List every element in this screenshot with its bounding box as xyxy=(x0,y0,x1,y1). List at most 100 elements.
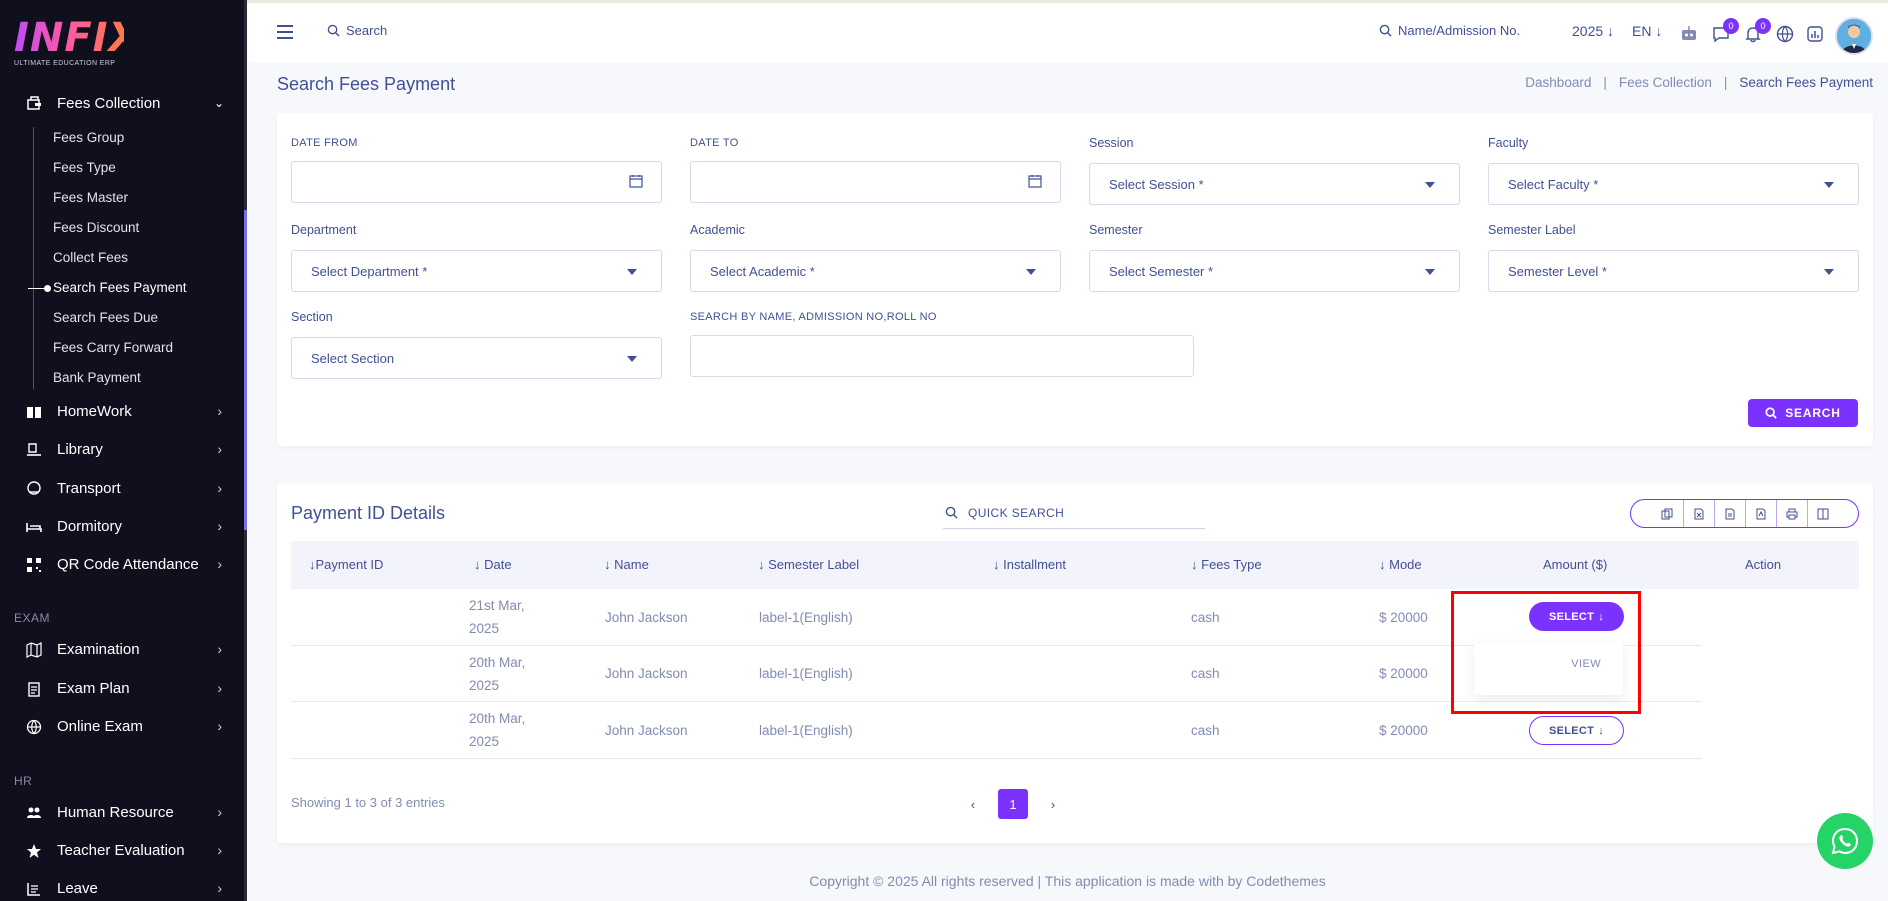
book-icon xyxy=(27,407,41,418)
chat-button[interactable]: 0 xyxy=(1711,18,1739,44)
session-select[interactable]: Select Session * xyxy=(1089,163,1460,205)
cell-fees-type: cash xyxy=(1191,610,1220,625)
chevron-down-icon: ⌄ xyxy=(213,96,224,110)
sidebar-item-fees-collection[interactable]: Fees Collection ⌄ xyxy=(0,90,244,116)
columns-icon xyxy=(1817,508,1828,519)
chart-icon[interactable] xyxy=(1805,24,1825,44)
sidebar-item-label: Leave xyxy=(57,880,98,897)
th-installment[interactable]: ↓ Installment xyxy=(993,557,1066,572)
search-icon xyxy=(945,506,958,519)
sidebar-sub-fees-group[interactable]: Fees Group xyxy=(53,130,124,145)
topbar: Search Name/Admission No. 2025 ↓ EN ↓ 0 … xyxy=(247,0,1888,62)
sidebar-sub-collect-fees[interactable]: Collect Fees xyxy=(53,250,128,265)
th-mode[interactable]: ↓ Mode xyxy=(1379,557,1422,572)
student-search[interactable]: Name/Admission No. xyxy=(1379,23,1520,38)
th-label: Installment xyxy=(1003,557,1066,572)
robot-icon[interactable] xyxy=(1679,24,1699,44)
whatsapp-button[interactable] xyxy=(1817,813,1873,869)
breadcrumb-dashboard[interactable]: Dashboard xyxy=(1525,75,1591,90)
global-search[interactable]: Search xyxy=(327,23,387,38)
sidebar-sub-fees-type[interactable]: Fees Type xyxy=(53,160,116,175)
th-fees-type[interactable]: ↓ Fees Type xyxy=(1191,557,1262,572)
th-amount[interactable]: Amount ($) xyxy=(1543,557,1607,572)
sidebar-sub-search-fees-payment[interactable]: Search Fees Payment xyxy=(53,280,187,295)
department-select[interactable]: Select Department * xyxy=(291,250,662,292)
sidebar: INFIX ULTIMATE EDUCATION ERP Fees Collec… xyxy=(0,0,247,901)
sidebar-sub-fees-master[interactable]: Fees Master xyxy=(53,190,128,205)
sidebar-item-leave[interactable]: Leave › xyxy=(0,877,244,901)
date-to-input[interactable] xyxy=(690,161,1061,203)
breadcrumb-fees-collection[interactable]: Fees Collection xyxy=(1619,75,1712,90)
sidebar-item-online-exam[interactable]: Online Exam › xyxy=(0,715,244,739)
cell-date: 2025 xyxy=(469,621,500,636)
cell-semester-label: label-1(English) xyxy=(759,610,853,625)
quick-search-input[interactable]: QUICK SEARCH xyxy=(943,497,1205,529)
menu-toggle-icon[interactable] xyxy=(277,25,293,39)
breadcrumb-separator: | xyxy=(1603,75,1607,90)
print-button[interactable] xyxy=(1775,500,1807,527)
th-label: Payment ID xyxy=(315,557,384,572)
sidebar-item-transport[interactable]: Transport › xyxy=(0,477,244,501)
sidebar-sub-fees-carry-forward[interactable]: Fees Carry Forward xyxy=(53,340,173,355)
chevron-right-icon: › xyxy=(217,880,222,896)
language-selector[interactable]: EN ↓ xyxy=(1632,23,1662,39)
cell-date: 20th Mar, xyxy=(469,711,526,726)
year-selector[interactable]: 2025 ↓ xyxy=(1572,23,1614,39)
sidebar-item-homework[interactable]: HomeWork › xyxy=(0,400,244,424)
pdf-button[interactable] xyxy=(1744,500,1776,527)
search-icon xyxy=(1765,407,1777,419)
cell-semester-label: label-1(English) xyxy=(759,666,853,681)
whatsapp-icon xyxy=(1831,827,1859,855)
prev-page-button[interactable]: ‹ xyxy=(962,789,984,819)
search-by-input[interactable] xyxy=(690,335,1194,377)
search-button[interactable]: SEARCH xyxy=(1748,399,1858,427)
chevron-right-icon: › xyxy=(217,718,222,734)
quick-search-placeholder: QUICK SEARCH xyxy=(968,505,1065,520)
sidebar-item-examination[interactable]: Examination › xyxy=(0,638,244,662)
sidebar-item-library[interactable]: Library › xyxy=(0,438,244,462)
arrow-down-icon: ↓ xyxy=(1607,23,1615,39)
sidebar-item-label: HomeWork xyxy=(57,403,132,420)
sidebar-sub-fees-discount[interactable]: Fees Discount xyxy=(53,220,139,235)
logo[interactable]: INFIX ULTIMATE EDUCATION ERP xyxy=(14,18,139,70)
sidebar-item-label: Library xyxy=(57,441,103,458)
cell-amount: $ 20000 xyxy=(1379,666,1428,681)
excel-button[interactable] xyxy=(1682,500,1714,527)
page-button[interactable]: 1 xyxy=(998,789,1028,819)
sidebar-section-hr: HR xyxy=(14,774,33,788)
globe-icon xyxy=(26,719,42,735)
th-name[interactable]: ↓ Name xyxy=(604,557,649,572)
next-page-button[interactable]: › xyxy=(1042,789,1064,819)
th-date[interactable]: ↓ Date xyxy=(474,557,512,572)
sidebar-item-teacher-evaluation[interactable]: Teacher Evaluation › xyxy=(0,839,244,863)
sidebar-sub-search-fees-due[interactable]: Search Fees Due xyxy=(53,310,158,325)
calendar-icon[interactable] xyxy=(1028,174,1042,188)
sidebar-sub-bank-payment[interactable]: Bank Payment xyxy=(53,370,141,385)
csv-button[interactable] xyxy=(1713,500,1745,527)
th-semester-label[interactable]: ↓ Semester Label xyxy=(758,557,859,572)
sidebar-item-qr-code-attendance[interactable]: QR Code Attendance › xyxy=(0,553,244,577)
sidebar-item-dormitory[interactable]: Dormitory › xyxy=(0,515,244,539)
section-select[interactable]: Select Section xyxy=(291,337,662,379)
avatar[interactable] xyxy=(1835,17,1873,55)
sidebar-item-label: Dormitory xyxy=(57,518,123,535)
columns-button[interactable] xyxy=(1806,500,1838,527)
copy-button[interactable] xyxy=(1652,500,1683,527)
select-action-button[interactable]: SELECT ↓ xyxy=(1529,716,1624,745)
semester-level-placeholder: Semester Level * xyxy=(1508,264,1607,279)
th-label: Semester Label xyxy=(768,557,860,572)
sidebar-scrollbar[interactable] xyxy=(244,210,247,530)
academic-select[interactable]: Select Academic * xyxy=(690,250,1061,292)
copy-icon xyxy=(1661,508,1673,519)
globe-icon[interactable] xyxy=(1775,24,1795,44)
notification-button[interactable]: 0 xyxy=(1743,18,1771,44)
calendar-icon[interactable] xyxy=(629,174,643,188)
semester-select[interactable]: Select Semester * xyxy=(1089,250,1460,292)
th-payment-id[interactable]: ↓Payment ID xyxy=(309,557,383,572)
semester-level-select[interactable]: Semester Level * xyxy=(1488,250,1859,292)
footer: Copyright © 2025 All rights reserved | T… xyxy=(809,873,1326,889)
sidebar-item-human-resource[interactable]: Human Resource › xyxy=(0,801,244,825)
faculty-select[interactable]: Select Faculty * xyxy=(1488,163,1859,205)
date-from-input[interactable] xyxy=(291,161,662,203)
sidebar-item-exam-plan[interactable]: Exam Plan › xyxy=(0,677,244,701)
